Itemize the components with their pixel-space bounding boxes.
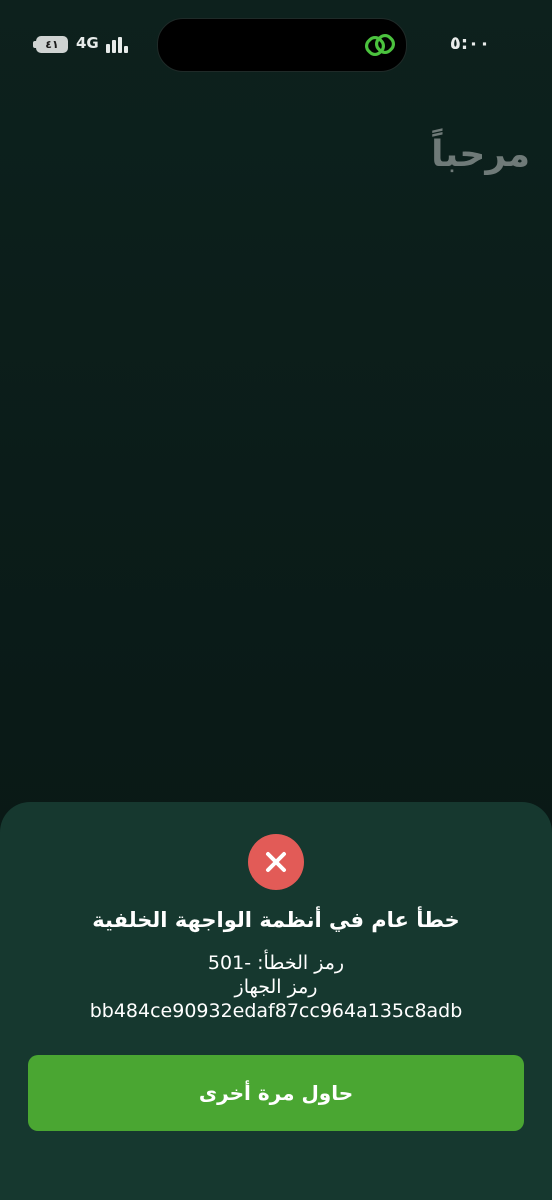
app-screen: ٤١ 4G ٥:٠٠ مرحباً خطأ عام في أنظمة الواج… (0, 0, 552, 1200)
greeting-title: مرحباً (431, 134, 530, 175)
error-code: رمز الخطأ: -501 (207, 952, 345, 974)
battery-level: ٤١ (45, 38, 59, 51)
close-icon (266, 852, 286, 872)
signal-icon (106, 37, 132, 53)
status-time: ٥:٠٠ (449, 33, 490, 54)
network-type: 4G (76, 34, 99, 52)
retry-button[interactable]: حاول مرة أخرى (28, 1055, 524, 1131)
error-close-icon (248, 834, 304, 890)
link-icon (364, 33, 396, 57)
error-title: خطأ عام في أنظمة الواجهة الخلفية (92, 908, 460, 932)
device-code-label: رمز الجهاز (234, 976, 318, 998)
dynamic-island (157, 18, 407, 72)
device-id: bb484ce90932edaf87cc964a135c8adb (89, 1000, 463, 1022)
status-bar: ٤١ 4G ٥:٠٠ (0, 0, 552, 90)
error-bottom-sheet: خطأ عام في أنظمة الواجهة الخلفية رمز الخ… (0, 802, 552, 1200)
battery-icon: ٤١ (33, 36, 68, 53)
